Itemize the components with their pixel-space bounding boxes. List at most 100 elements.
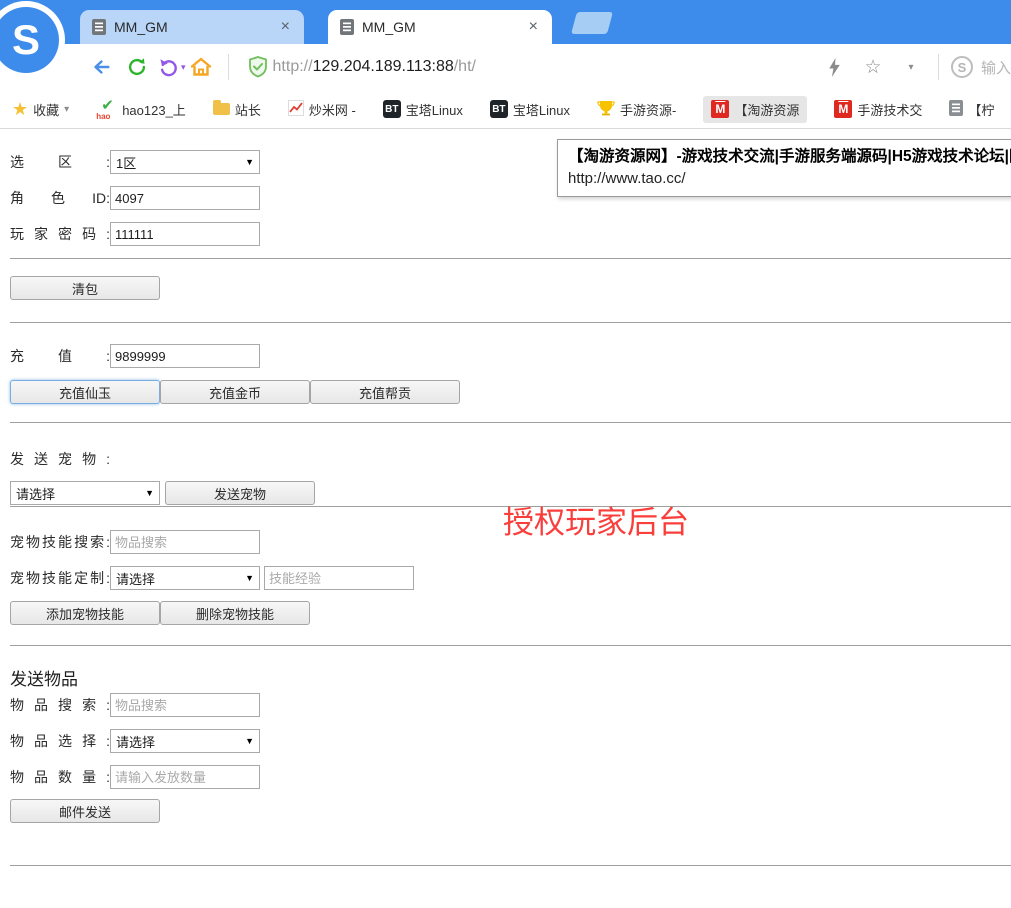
item-select[interactable]: 请选择 ▼ xyxy=(110,729,260,753)
tooltip-title: 【淘游资源网】-游戏技术交流|手游服务端源码|H5游戏技术论坛|网 xyxy=(568,145,1011,168)
item-search-input[interactable] xyxy=(110,693,260,717)
bookmark-baota-linux-2[interactable]: BT 宝塔Linux xyxy=(490,100,570,119)
item-count-label: 物品数量: xyxy=(10,767,110,787)
favorite-star-icon[interactable]: ☆ xyxy=(858,52,888,82)
chevron-down-icon: ▼ xyxy=(245,573,254,583)
pet-skill-custom-label: 宠物技能定制: xyxy=(10,568,110,588)
back-button[interactable] xyxy=(86,52,116,82)
skill-exp-input[interactable] xyxy=(264,566,414,590)
bookmark-label: 【淘游资源 xyxy=(734,100,799,119)
bookmark-label: 宝塔Linux xyxy=(406,100,463,119)
recharge-gold-button[interactable]: 充值金币 xyxy=(160,380,310,404)
refresh-button[interactable] xyxy=(122,52,152,82)
item-select-label: 物品选择: xyxy=(10,731,110,751)
search-input-hint[interactable]: 输入 xyxy=(981,57,1011,78)
section-divider xyxy=(10,322,1011,323)
mail-send-button[interactable]: 邮件发送 xyxy=(10,799,160,823)
caret-down-icon: ▾ xyxy=(64,104,69,115)
star-dropdown-caret-icon[interactable]: ▾ xyxy=(896,52,926,82)
bookmark-taoyou-ziyuan[interactable]: M 【淘游资源 xyxy=(703,96,807,123)
section-divider xyxy=(10,422,1011,423)
pet-skill-search-label: 宠物技能搜索: xyxy=(10,532,110,552)
bookmark-baota-linux-1[interactable]: BT 宝塔Linux xyxy=(383,100,463,119)
zone-select-value: 1区 xyxy=(116,153,136,172)
bookmark-label: 手游技术交 xyxy=(857,100,922,119)
send-pet-label: 发送宠物: xyxy=(10,449,110,469)
role-id-input[interactable] xyxy=(110,186,260,210)
bt-icon: BT xyxy=(383,100,401,118)
bookmark-ning[interactable]: 【柠 xyxy=(949,100,994,119)
item-select-value: 请选择 xyxy=(116,732,155,751)
close-icon[interactable]: × xyxy=(279,19,292,35)
section-divider xyxy=(10,865,1011,866)
undo-button[interactable]: ▾ xyxy=(158,56,186,78)
url-host: 129.204.189.113:88 xyxy=(313,58,454,76)
tab-mm-gm-2[interactable]: MM_GM × xyxy=(328,10,552,44)
chevron-down-icon: ▼ xyxy=(245,157,254,167)
bookmark-tooltip: 【淘游资源网】-游戏技术交流|手游服务端源码|H5游戏技术论坛|网 http:/… xyxy=(557,139,1011,197)
sogou-search-icon[interactable]: S xyxy=(951,56,973,78)
section-divider xyxy=(10,645,1011,646)
pet-skill-select-value: 请选择 xyxy=(116,569,155,588)
item-search-label: 物品搜索: xyxy=(10,695,110,715)
page-doc-icon xyxy=(92,19,106,35)
role-id-label: 角色ID: xyxy=(10,188,110,208)
send-pet-button[interactable]: 发送宠物 xyxy=(165,481,315,505)
zone-select[interactable]: 1区 ▼ xyxy=(110,150,260,174)
bookmark-label: 宝塔Linux xyxy=(513,100,570,119)
close-icon[interactable]: × xyxy=(527,19,540,35)
lightning-icon[interactable] xyxy=(820,52,850,82)
bookmark-label: 炒米网 - xyxy=(309,100,356,119)
tab-title: MM_GM xyxy=(362,19,527,35)
remove-pet-skill-button[interactable]: 删除宠物技能 xyxy=(160,601,310,625)
bookmark-chaomiwang[interactable]: 炒米网 - xyxy=(288,100,356,119)
hao123-icon: ✔hao xyxy=(96,100,117,119)
sogou-logo-s: S xyxy=(0,7,59,73)
bookmark-label: 收藏 xyxy=(33,100,59,119)
bookmark-zhanzhang[interactable]: 站长 xyxy=(213,100,261,119)
m-icon: M xyxy=(834,100,852,118)
pet-skill-search-input[interactable] xyxy=(110,530,260,554)
bookmark-label: 【柠 xyxy=(968,100,994,119)
tab-title: MM_GM xyxy=(114,19,279,35)
trophy-icon xyxy=(597,100,615,119)
zone-label: 选区: xyxy=(10,152,110,172)
recharge-xianyu-button[interactable]: 充值仙玉 xyxy=(10,380,160,404)
tab-mm-gm-1[interactable]: MM_GM × xyxy=(80,10,304,44)
address-bar[interactable]: http://129.204.189.113:88/ht/ xyxy=(243,52,476,82)
toolbar-divider xyxy=(228,54,229,80)
url-protocol: http:// xyxy=(273,58,313,76)
home-button[interactable] xyxy=(186,52,216,82)
clear-bag-button[interactable]: 清包 xyxy=(10,276,160,300)
add-pet-skill-button[interactable]: 添加宠物技能 xyxy=(10,601,160,625)
bt-icon: BT xyxy=(490,100,508,118)
recharge-amount-input[interactable] xyxy=(110,344,260,368)
player-password-input[interactable] xyxy=(110,222,260,246)
new-tab-button[interactable] xyxy=(571,12,613,34)
bookmark-favorites[interactable]: ★ 收藏 ▾ xyxy=(12,99,69,120)
page-doc-icon xyxy=(340,19,354,35)
chevron-down-icon: ▼ xyxy=(245,736,254,746)
pet-skill-select[interactable]: 请选择 ▼ xyxy=(110,566,260,590)
pet-select[interactable]: 请选择 ▼ xyxy=(10,481,160,505)
player-password-label: 玩家密码: xyxy=(10,224,110,244)
pet-select-value: 请选择 xyxy=(16,484,55,503)
browser-chrome: MM_GM × MM_GM × S ▾ xyxy=(0,0,1011,129)
recharge-label: 充值: xyxy=(10,346,110,366)
security-shield-icon[interactable] xyxy=(243,52,273,82)
bookmark-hao123[interactable]: ✔hao hao123_上 xyxy=(96,100,186,119)
toolbar-right: ☆ ▾ S 输入 xyxy=(812,52,1011,82)
bookmark-label: 手游资源- xyxy=(620,100,676,119)
doc-icon xyxy=(949,100,963,119)
watermark-text: 授权玩家后台 xyxy=(503,497,689,542)
gm-admin-page: 选区: 1区 ▼ 角色ID: 玩家密码: 清包 充值: 充值仙玉 充值金币 充值… xyxy=(0,150,1011,866)
bookmark-shouyou-jishu[interactable]: M 手游技术交 xyxy=(834,100,922,119)
section-divider xyxy=(10,258,1011,259)
item-count-input[interactable] xyxy=(110,765,260,789)
recharge-banggong-button[interactable]: 充值帮贡 xyxy=(310,380,460,404)
bookmarks-bar: ★ 收藏 ▾ ✔hao hao123_上 站长 炒米网 - BT 宝塔Linux… xyxy=(0,90,1011,129)
m-icon: M xyxy=(711,100,729,118)
bookmark-shouyou-ziyuan[interactable]: 手游资源- xyxy=(597,100,676,119)
star-icon: ★ xyxy=(12,99,28,120)
browser-toolbar: ▾ http://129.204.189.113:88/ht/ ☆ ▾ S 输入 xyxy=(0,44,1011,90)
